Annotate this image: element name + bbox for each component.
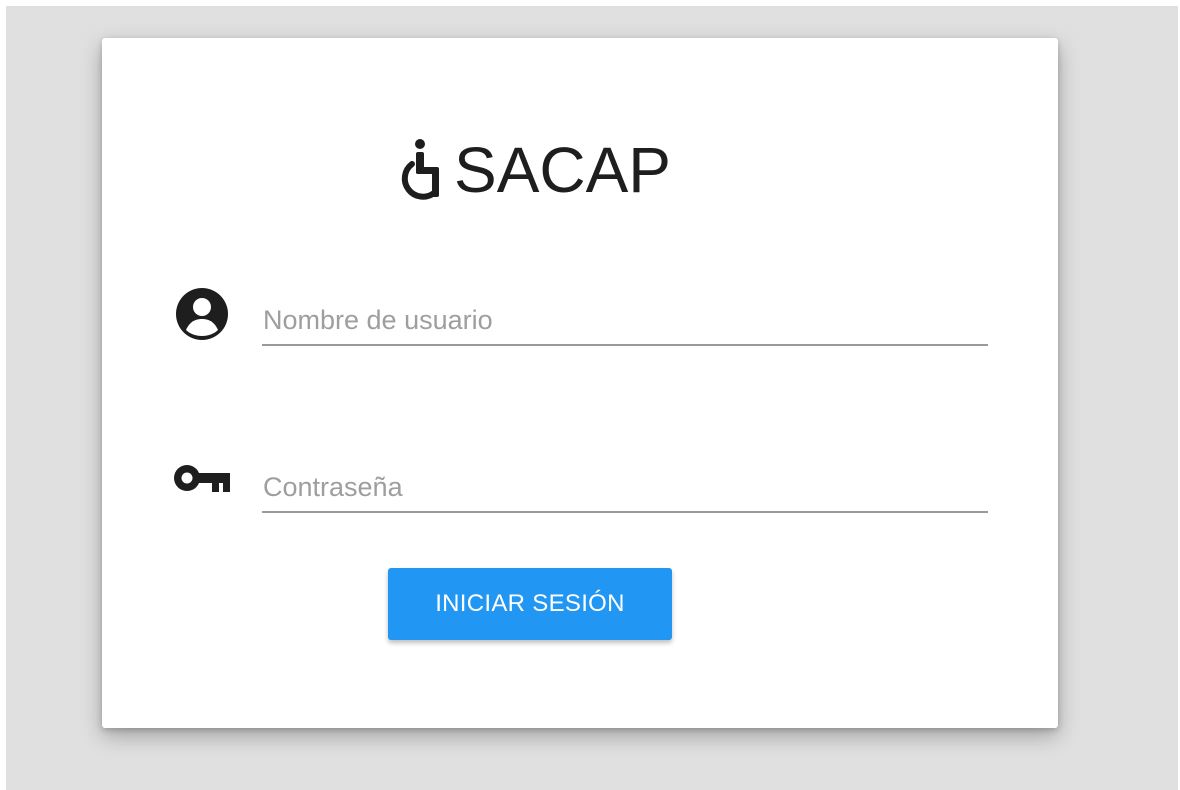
app-title: SACAP bbox=[454, 134, 671, 206]
password-input[interactable] bbox=[262, 463, 988, 511]
login-card: SACAP INICIAR SESIÓN bbox=[102, 38, 1058, 728]
username-underline bbox=[262, 344, 988, 346]
password-underline bbox=[262, 511, 988, 513]
user-circle-icon bbox=[176, 288, 228, 340]
password-field bbox=[262, 463, 988, 513]
login-button[interactable]: INICIAR SESIÓN bbox=[388, 568, 672, 640]
page-background: SACAP INICIAR SESIÓN bbox=[6, 6, 1178, 790]
username-field bbox=[262, 296, 988, 346]
username-input[interactable] bbox=[262, 296, 988, 344]
wheelchair-icon bbox=[401, 139, 439, 200]
key-icon bbox=[174, 465, 230, 492]
app-logo: SACAP bbox=[398, 130, 671, 210]
